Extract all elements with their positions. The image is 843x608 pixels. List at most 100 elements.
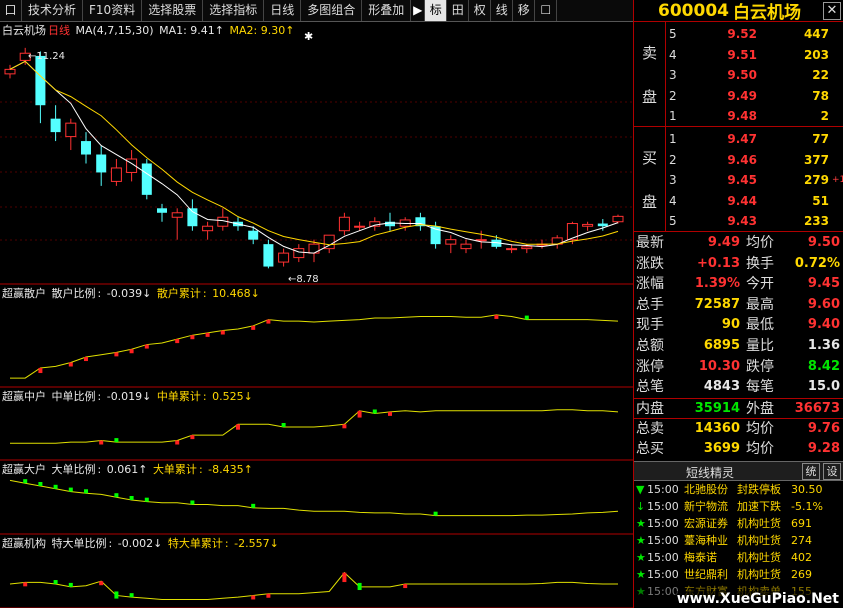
indicator-bar bbox=[175, 339, 180, 344]
sell-row[interactable]: 5 9.52 447 bbox=[667, 24, 843, 44]
toolbar-item-13[interactable]: 移 bbox=[513, 0, 536, 21]
quote-k2: 均价 bbox=[746, 421, 774, 438]
quote-v2: 0.72% bbox=[794, 255, 840, 271]
chart-canvas[interactable]: ←11.24 ←8.78 ✱ bbox=[0, 22, 633, 608]
elf-ic: ★ bbox=[636, 568, 646, 581]
toolbar-item-0[interactable]: 口 bbox=[0, 0, 22, 21]
toolbar-item-10[interactable]: 田 bbox=[447, 0, 470, 21]
subpanel-0-v2: 10.468↓ bbox=[212, 287, 260, 300]
buy-row[interactable]: 4 9.44 51 bbox=[667, 191, 843, 211]
elf-ev: 机构吐货 bbox=[737, 568, 781, 581]
buy-lvl: 3 bbox=[669, 173, 677, 187]
ma2-value: MA2: 9.30↑ bbox=[229, 24, 295, 37]
indicator-bar bbox=[403, 584, 408, 589]
toolbar-item-11[interactable]: 权 bbox=[469, 0, 492, 21]
kline-chart-area[interactable]: ←11.24 ←8.78 ✱ 白云机场 日线 MA(4,7,15,30) MA1: 9… bbox=[0, 22, 633, 608]
buy-lvl: 2 bbox=[669, 152, 677, 167]
sell-row[interactable]: 1 9.48 2 bbox=[667, 106, 843, 126]
toolbar-item-7[interactable]: 形叠加 bbox=[362, 0, 412, 21]
quote-row: 现手 90 最低 9.40 bbox=[634, 315, 843, 335]
indicator-bar bbox=[38, 482, 43, 486]
buy-price: 9.45 bbox=[727, 173, 757, 187]
quote-k2: 跌停 bbox=[746, 358, 774, 375]
elf-ev: 机构吐货 bbox=[737, 551, 781, 564]
close-icon[interactable]: ✕ bbox=[823, 2, 841, 20]
sell-lvl: 5 bbox=[669, 27, 677, 41]
candle-body bbox=[263, 244, 274, 267]
elf-tm: 15:00 bbox=[647, 551, 679, 564]
buy-row[interactable]: 2 9.46 377 bbox=[667, 150, 843, 170]
elf-row[interactable]: ▼ 15:00 北驰股份 封跌停板 30.50 bbox=[634, 482, 843, 498]
indicator-bar bbox=[68, 362, 73, 367]
subpanel-2-name: 超赢大户 bbox=[2, 463, 46, 476]
elf-row[interactable]: ★ 15:00 薹海种业 机构吐货 274 bbox=[634, 533, 843, 549]
subpanel-3-info: 超赢机构 特大单比例: -0.002↓ 特大单累计: -2.557↓ bbox=[2, 537, 279, 550]
elf-row[interactable]: ★ 15:00 梅泰诺 机构吐货 402 bbox=[634, 550, 843, 566]
toolbar-item-12[interactable]: 线 bbox=[491, 0, 514, 21]
sell-vol: 22 bbox=[812, 68, 829, 82]
indicator-bar bbox=[99, 440, 104, 445]
sell-lvl: 2 bbox=[669, 88, 677, 103]
chart-stock-name: 白云机场 bbox=[2, 24, 46, 37]
quote-row: 总买 3699 均价 9.28 bbox=[634, 439, 843, 459]
subpanel-3-v2: -2.557↓ bbox=[234, 537, 279, 550]
indicator-line bbox=[10, 409, 619, 444]
elf-stat-button[interactable]: 统 bbox=[802, 463, 820, 480]
indicator-bar bbox=[175, 440, 180, 445]
subpanel-3-v1: -0.002↓ bbox=[117, 537, 163, 550]
quote-v2: 9.60 bbox=[807, 296, 840, 312]
elf-row[interactable]: ↓ 15:00 新宁物流 加速下跌 -5.1% bbox=[634, 499, 843, 515]
sell-row[interactable]: 4 9.51 203 bbox=[667, 45, 843, 65]
indicator-bar bbox=[68, 582, 73, 587]
indicator-bar bbox=[251, 503, 256, 508]
indicator-bar bbox=[342, 424, 347, 429]
indicator-bar bbox=[251, 325, 256, 330]
indicator-bar bbox=[494, 314, 499, 319]
elf-settings-button[interactable]: 设 bbox=[823, 463, 841, 480]
indicator-bar bbox=[144, 344, 149, 349]
toolbar-item-5[interactable]: 日线 bbox=[264, 0, 302, 21]
indicator-bar bbox=[84, 357, 88, 362]
elf-ev: 封跌停板 bbox=[737, 483, 781, 496]
toolbar-item-9[interactable]: 标 bbox=[425, 0, 448, 21]
elf-nm: 梅泰诺 bbox=[684, 551, 717, 564]
quote-k1: 总买 bbox=[636, 441, 664, 457]
candle-body bbox=[65, 122, 77, 138]
buy-row[interactable]: 1 9.47 77 bbox=[667, 129, 843, 149]
elf-ic: ★ bbox=[636, 551, 646, 564]
indicator-bar bbox=[84, 489, 88, 494]
subpanel-0-k2: 散户累计 bbox=[156, 287, 201, 300]
candle-body bbox=[612, 215, 624, 223]
sell-vol: 447 bbox=[803, 27, 829, 41]
sell-vol: 203 bbox=[803, 47, 829, 62]
candle-body bbox=[202, 225, 214, 232]
toolbar-item-4[interactable]: 选择指标 bbox=[203, 0, 265, 21]
low-price-marker: ←8.78 bbox=[288, 274, 319, 285]
subpanel-3-name: 超赢机构 bbox=[2, 537, 46, 550]
toolbar-item-8[interactable]: ▶ bbox=[411, 0, 426, 21]
elf-nm: 世纪鼎利 bbox=[684, 568, 728, 581]
quote-v2: 9.28 bbox=[807, 441, 840, 456]
elf-row[interactable]: ★ 15:00 世纪鼎利 机构吐货 269 bbox=[634, 567, 843, 583]
indicator-line bbox=[9, 479, 619, 517]
buy-row[interactable]: 3 9.45 279+10 bbox=[667, 170, 843, 190]
quote-v1: 10.30 bbox=[698, 358, 740, 374]
indicator-bar bbox=[251, 595, 256, 600]
quote-k2: 今开 bbox=[746, 276, 774, 293]
sell-row[interactable]: 2 9.49 78 bbox=[667, 86, 843, 106]
toolbar-item-3[interactable]: 选择股票 bbox=[142, 0, 204, 21]
quote-v2: 15.0 bbox=[807, 379, 840, 395]
indicator-bar bbox=[114, 591, 119, 599]
buy-row[interactable]: 5 9.43 233 bbox=[667, 211, 843, 231]
candle-body bbox=[582, 223, 594, 227]
quote-k1: 涨停 bbox=[636, 358, 664, 375]
elf-vl: 691 bbox=[791, 517, 812, 530]
toolbar-item-14[interactable]: ☐ bbox=[535, 0, 558, 21]
toolbar-item-6[interactable]: 多图组合 bbox=[301, 0, 363, 21]
elf-row[interactable]: ★ 15:00 宏源证券 机构吐货 691 bbox=[634, 516, 843, 532]
sell-row[interactable]: 3 9.50 22 bbox=[667, 65, 843, 85]
quote-v1: 1.39% bbox=[694, 276, 740, 292]
toolbar-item-2[interactable]: F10资料 bbox=[83, 0, 143, 21]
sell-label-top: 卖 bbox=[642, 44, 658, 62]
toolbar-item-1[interactable]: 技术分析 bbox=[22, 0, 84, 21]
